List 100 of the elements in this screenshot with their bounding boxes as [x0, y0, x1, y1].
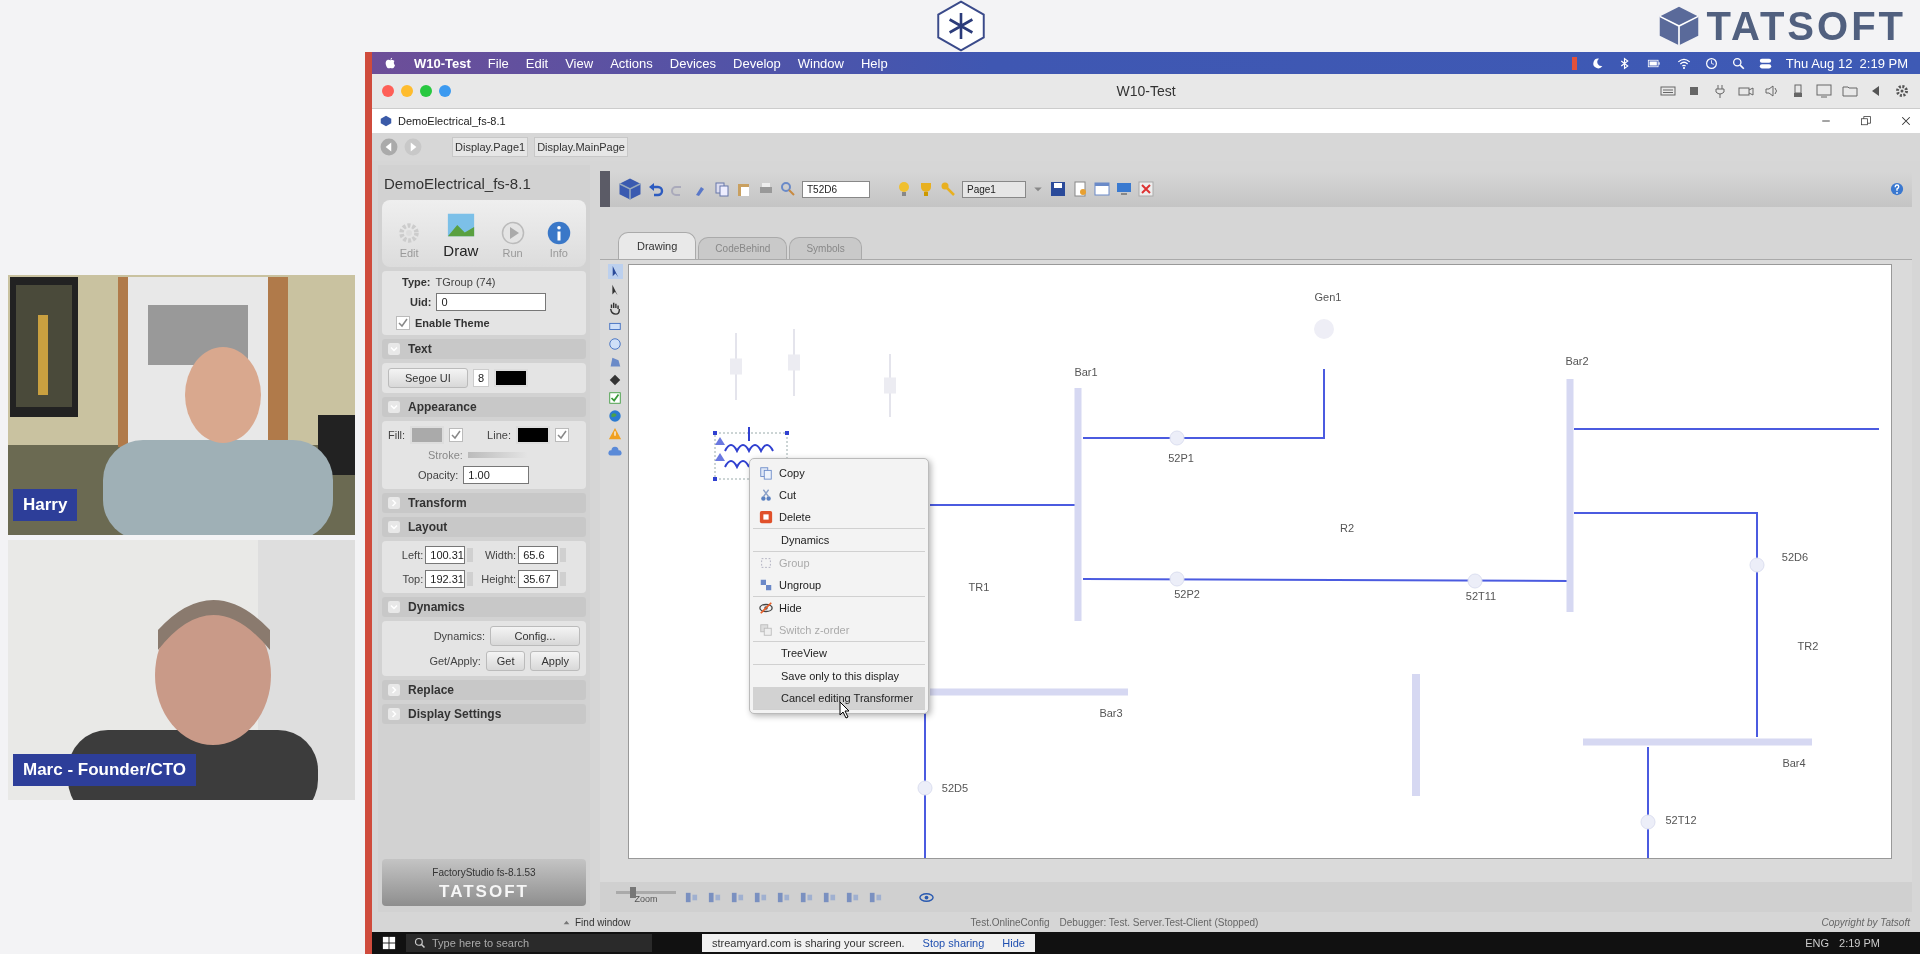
menu-item[interactable]: Ungroup: [753, 574, 925, 596]
magnifier-icon[interactable]: [780, 181, 796, 197]
search-field[interactable]: T52D6: [802, 180, 870, 198]
menu-item[interactable]: Delete: [753, 506, 925, 528]
minimize-dot[interactable]: [401, 85, 413, 97]
menu-item[interactable]: Save only to this display: [753, 665, 925, 687]
page-dropdown[interactable]: Page1: [962, 180, 1026, 198]
menubar-clock[interactable]: Thu Aug 12 2:19 PM: [1785, 55, 1908, 71]
menu-item[interactable]: Edit: [525, 55, 549, 71]
stop-sharing-button[interactable]: Stop sharing: [922, 937, 985, 949]
slider-thumb[interactable]: [629, 886, 636, 898]
keyboard-icon[interactable]: [1660, 83, 1676, 99]
checkbox[interactable]: [449, 428, 464, 442]
speaker-icon[interactable]: [1764, 83, 1780, 99]
apply-button[interactable]: Apply: [530, 651, 580, 671]
cube-icon[interactable]: [618, 177, 642, 201]
section-header[interactable]: Display Settings: [382, 704, 586, 724]
fullscreen-dot[interactable]: [439, 85, 451, 97]
line-color-swatch[interactable]: [515, 426, 550, 444]
taskbar-search-field[interactable]: Type here to search: [406, 934, 652, 952]
font-button[interactable]: Segoe UI: [388, 368, 468, 388]
copy-icon[interactable]: [714, 181, 730, 197]
number-field[interactable]: 192.31: [425, 570, 466, 588]
section-header[interactable]: Dynamics: [382, 597, 586, 617]
apple-icon[interactable]: [384, 56, 397, 70]
menu-item[interactable]: Devices: [669, 55, 717, 71]
text-color-swatch[interactable]: [494, 369, 528, 387]
paste-icon[interactable]: [736, 181, 752, 197]
section-header[interactable]: Replace: [382, 680, 586, 700]
folder-icon[interactable]: [1842, 83, 1858, 99]
warning-icon[interactable]: [608, 427, 622, 441]
fill-color-swatch[interactable]: [410, 426, 445, 444]
menu-item[interactable]: Copy: [753, 462, 925, 484]
menu-item[interactable]: View: [565, 55, 594, 71]
number-field[interactable]: 35.67: [518, 570, 559, 588]
close-dot[interactable]: [382, 85, 394, 97]
search-icon[interactable]: [1731, 56, 1745, 70]
menu-item[interactable]: Cancel editing Transformer: [753, 687, 925, 709]
zoom-dot[interactable]: [420, 85, 432, 97]
menu-item[interactable]: Cut: [753, 484, 925, 506]
menu-item[interactable]: File: [487, 55, 509, 71]
monitor-icon[interactable]: [1816, 83, 1832, 99]
display-icon[interactable]: [1116, 181, 1132, 197]
section-header[interactable]: Layout: [382, 517, 586, 537]
section-header[interactable]: Appearance: [382, 397, 586, 417]
cloud-icon[interactable]: [608, 445, 622, 459]
window-icon[interactable]: [1094, 181, 1110, 197]
pointer-icon[interactable]: [607, 264, 623, 279]
close-icon[interactable]: [1138, 181, 1154, 197]
back-button-icon[interactable]: [380, 138, 398, 156]
menu-item[interactable]: Help: [861, 55, 888, 71]
checkbox-icon[interactable]: [608, 391, 622, 405]
hand-icon[interactable]: [608, 301, 622, 315]
section-header[interactable]: Text: [382, 339, 586, 359]
tab[interactable]: Drawing: [618, 232, 697, 259]
wifi-icon[interactable]: [1676, 56, 1691, 70]
ellipse-icon[interactable]: [608, 337, 622, 351]
number-field[interactable]: 100.31: [425, 546, 466, 564]
globe-icon[interactable]: [608, 409, 622, 423]
number-field[interactable]: 65.6: [518, 546, 559, 564]
font-size-field[interactable]: 8: [472, 369, 489, 387]
opacity-field[interactable]: 1.00: [463, 466, 530, 484]
windows-start-icon[interactable]: [382, 936, 396, 950]
moon-icon[interactable]: [1590, 56, 1604, 70]
toggle-icon[interactable]: [1758, 56, 1772, 70]
taskbar-clock[interactable]: 2:19 PM: [1839, 937, 1880, 949]
find-window-button[interactable]: Find window: [562, 916, 631, 928]
save-icon[interactable]: [1050, 181, 1066, 197]
trophy-icon[interactable]: [918, 181, 934, 197]
hide-button[interactable]: Hide: [1002, 937, 1025, 949]
breadcrumb-link[interactable]: Display.Page1: [452, 137, 529, 157]
get-button[interactable]: Get: [485, 651, 526, 671]
menu-item[interactable]: Develop: [733, 55, 781, 71]
breadcrumb-link[interactable]: Display.MainPage: [534, 137, 628, 157]
clock-icon[interactable]: [1704, 56, 1718, 70]
menu-item[interactable]: Hide: [753, 597, 925, 619]
plug-icon[interactable]: [1712, 83, 1728, 99]
breaker-symbol: [1467, 573, 1483, 589]
uid-field[interactable]: 0: [436, 293, 547, 311]
menu-item[interactable]: Dynamics: [753, 529, 925, 551]
language-indicator[interactable]: ENG: [1805, 937, 1830, 949]
config-button[interactable]: Config...: [490, 626, 580, 646]
settings-icon[interactable]: [1894, 83, 1910, 99]
close-icon[interactable]: [1900, 115, 1912, 127]
mode-button[interactable]: Draw: [441, 210, 481, 259]
document-icon[interactable]: [1072, 181, 1088, 197]
forward-button-icon[interactable]: [404, 138, 422, 156]
menu-item[interactable]: Window: [797, 55, 844, 71]
undo-icon[interactable]: [648, 181, 664, 197]
menu-item[interactable]: W10-Test: [414, 55, 471, 71]
bus-label: Bar2: [1565, 355, 1589, 367]
menu-item[interactable]: Actions: [610, 55, 653, 71]
section-header[interactable]: Transform: [382, 493, 586, 513]
menu-item[interactable]: TreeView: [753, 642, 925, 664]
checkbox[interactable]: [554, 428, 569, 442]
restore-icon[interactable]: [1860, 115, 1872, 127]
lightbulb-icon[interactable]: [896, 181, 912, 197]
node-icon[interactable]: [608, 373, 622, 387]
checkbox[interactable]: [396, 316, 410, 330]
help-icon[interactable]: [1890, 182, 1904, 196]
